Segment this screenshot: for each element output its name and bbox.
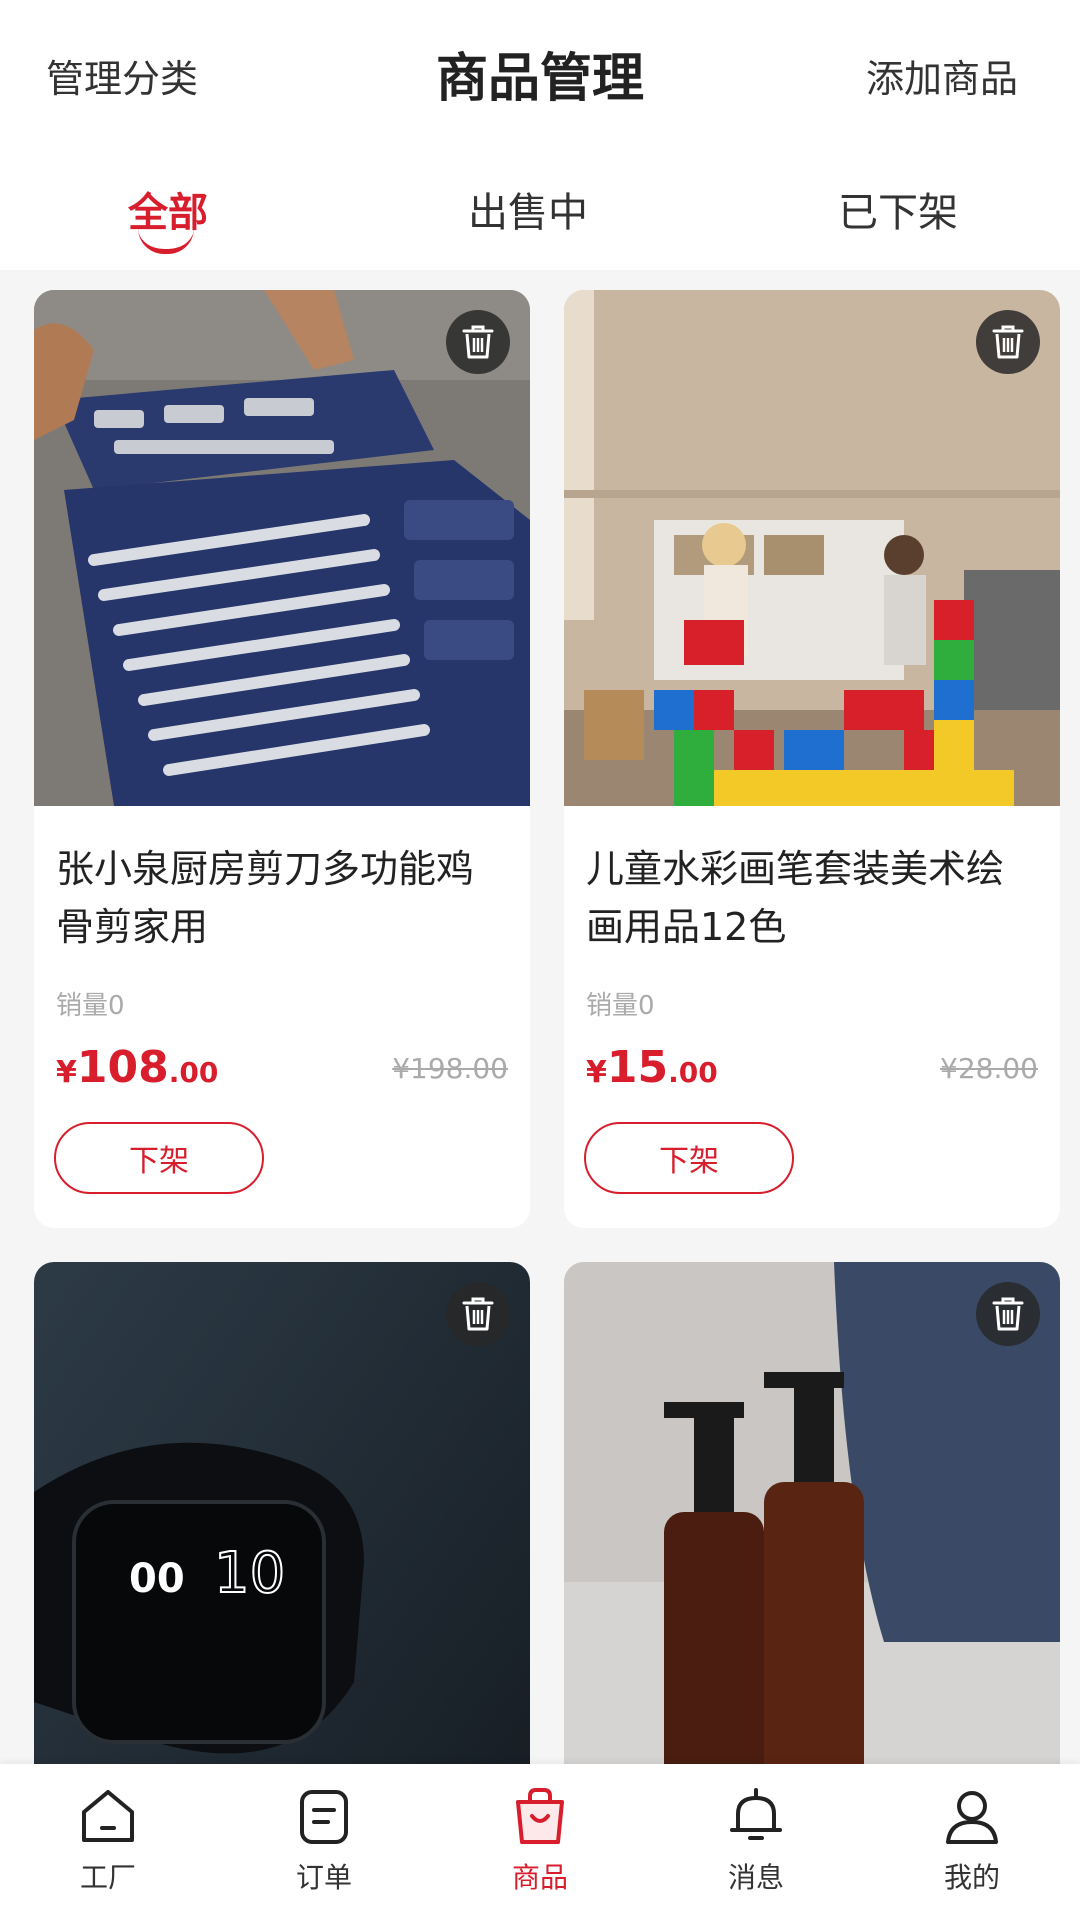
svg-text:10: 10 <box>214 1541 285 1606</box>
order-icon <box>300 1790 348 1844</box>
bottom-nav: 工厂 订单 商品 消息 我的 <box>0 1764 1080 1920</box>
price-currency: ¥ <box>586 1055 607 1090</box>
trash-icon <box>992 325 1024 359</box>
nav-label: 消息 <box>727 1861 784 1894</box>
product-image-building-blocks[interactable] <box>564 290 1060 806</box>
nav-label: 商品 <box>511 1861 568 1894</box>
nav-item-factory[interactable]: 工厂 <box>48 1784 168 1896</box>
nav-item-products[interactable]: 商品 <box>480 1784 600 1896</box>
tab-on-sale[interactable]: 出售中 <box>468 180 588 238</box>
nav-item-messages[interactable]: 消息 <box>696 1784 816 1896</box>
price-integer: 108 <box>76 1042 169 1093</box>
nav-item-orders[interactable]: 订单 <box>264 1784 384 1896</box>
price-decimal: .00 <box>168 1056 219 1089</box>
delist-button[interactable]: 下架 <box>584 1122 794 1194</box>
header: 管理分类 商品管理 添加商品 全部 出售中 已下架 <box>0 0 1080 270</box>
product-image-tool-kit[interactable] <box>34 290 530 806</box>
price-integer: 15 <box>606 1042 669 1093</box>
nav-label: 订单 <box>295 1861 352 1894</box>
delete-button[interactable] <box>976 310 1040 374</box>
sale-price: ¥15.00 <box>586 1042 718 1093</box>
price-currency: ¥ <box>56 1055 77 1090</box>
trash-icon <box>462 1297 494 1331</box>
delete-button[interactable] <box>446 1282 510 1346</box>
delete-button[interactable] <box>976 1282 1040 1346</box>
user-icon <box>946 1791 998 1844</box>
price-decimal: .00 <box>668 1056 718 1089</box>
trash-icon <box>992 1297 1024 1331</box>
nav-label: 工厂 <box>79 1861 136 1894</box>
shopping-bag-icon <box>516 1788 564 1844</box>
bell-icon <box>730 1788 782 1840</box>
original-price: ¥198.00 <box>392 1052 508 1085</box>
delist-button[interactable]: 下架 <box>54 1122 264 1194</box>
nav-item-profile[interactable]: 我的 <box>912 1784 1032 1896</box>
sales-count: 销量0 <box>586 991 655 1021</box>
nav-label: 我的 <box>943 1861 1000 1894</box>
manage-categories-button[interactable]: 管理分类 <box>46 48 198 103</box>
product-card[interactable]: 张小泉厨房剪刀多功能鸡骨剪家用 销量0 ¥108.00 ¥198.00 下架 <box>34 290 530 1228</box>
svg-text:00: 00 <box>129 1556 185 1602</box>
original-price: ¥28.00 <box>940 1052 1038 1085</box>
home-icon <box>82 1790 134 1842</box>
filter-tabs: 全部 出售中 已下架 <box>0 170 1080 270</box>
product-card[interactable]: 儿童水彩画笔套装美术绘画用品12色 销量0 ¥15.00 ¥28.00 下架 <box>564 290 1060 1228</box>
sale-price: ¥108.00 <box>56 1042 218 1093</box>
tab-delisted[interactable]: 已下架 <box>838 180 958 238</box>
product-title: 张小泉厨房剪刀多功能鸡骨剪家用 <box>56 847 475 949</box>
sales-count: 销量0 <box>56 991 125 1021</box>
product-title: 儿童水彩画笔套装美术绘画用品12色 <box>586 847 1005 949</box>
tab-active-indicator <box>138 228 194 254</box>
delete-button[interactable] <box>446 310 510 374</box>
add-product-button[interactable]: 添加商品 <box>866 48 1018 103</box>
trash-icon <box>462 325 494 359</box>
